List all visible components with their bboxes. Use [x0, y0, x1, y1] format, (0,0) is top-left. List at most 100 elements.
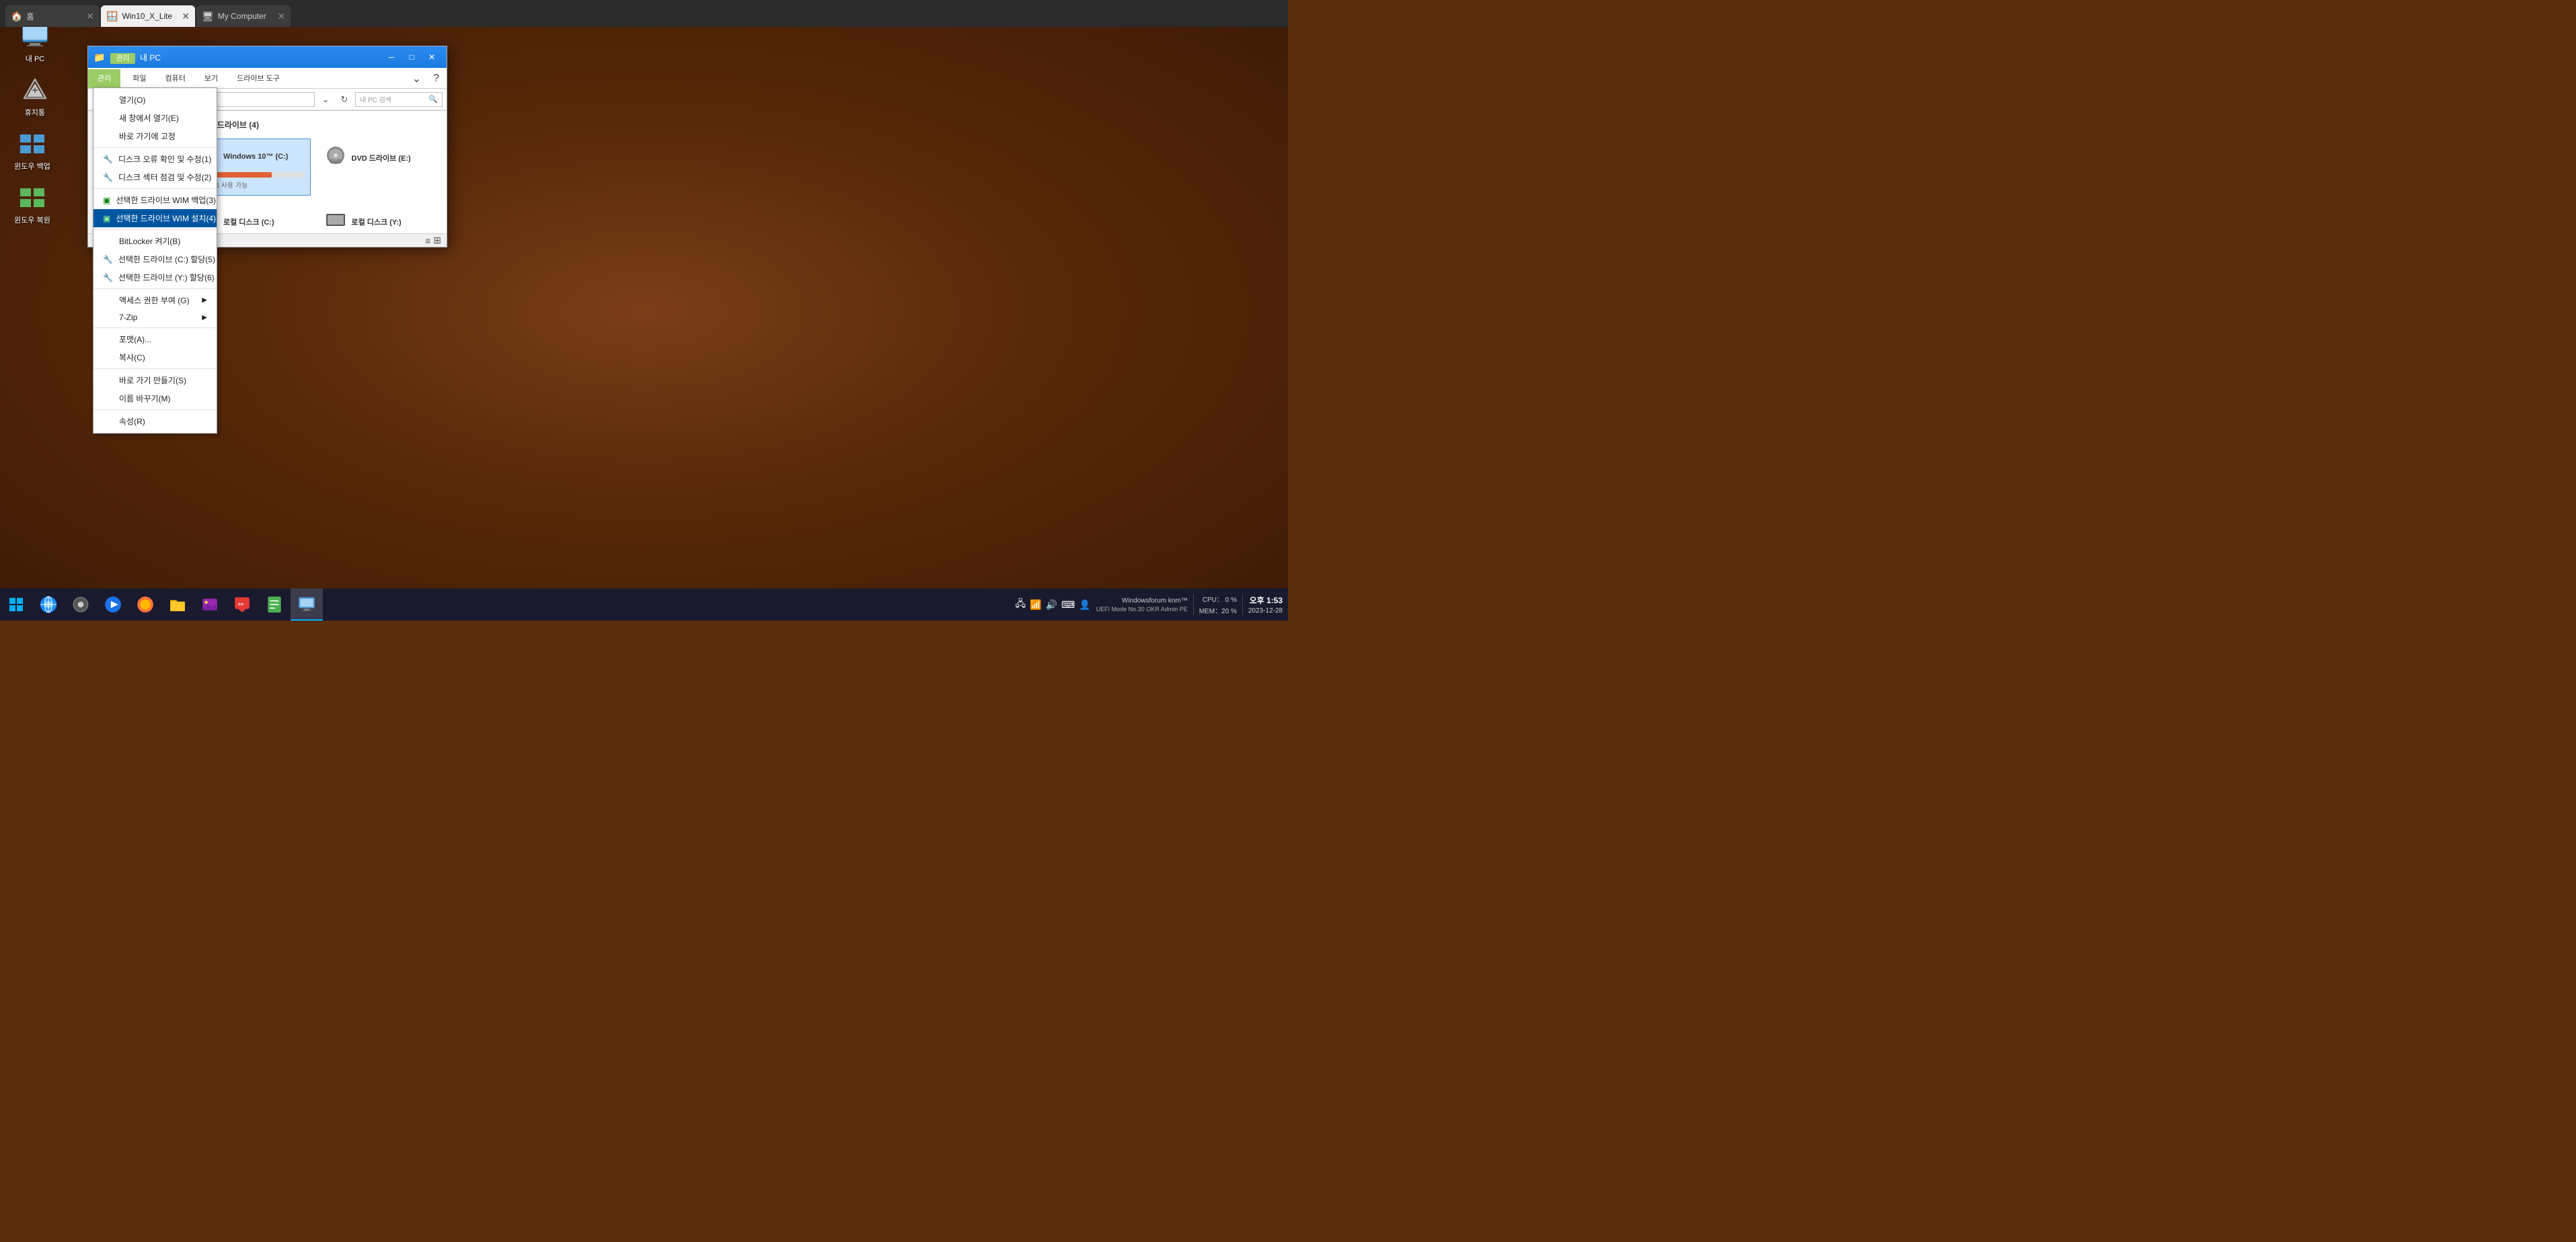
ctx-wim-restore[interactable]: ▣ 선택한 드라이브 WIM 설치(4): [93, 209, 217, 227]
ribbon-tab-management[interactable]: 관리: [88, 69, 120, 88]
ctx-wim-restore-icon: ▣: [103, 214, 110, 223]
close-button[interactable]: ✕: [422, 50, 441, 65]
tab-mycomputer[interactable]: 🖥 My Computer ✕: [196, 5, 291, 27]
tray-time: 오후 1:53: [1250, 594, 1283, 606]
ctx-assign-c[interactable]: 🔧 선택한 드라이브 (C:) 할당(5): [93, 250, 217, 268]
tray-clock[interactable]: 오후 1:53 2023-12-28: [1242, 594, 1283, 615]
ctx-properties[interactable]: 속성(R): [93, 412, 217, 430]
list-view-button[interactable]: ≡: [425, 235, 430, 246]
tray-volume-icon[interactable]: 🔊: [1046, 599, 1057, 611]
ribbon-tabs: 관리 파일 컴퓨터 보기 드라이브 도구 ⌄ ?: [88, 68, 447, 89]
recycle-label: 휴지통: [25, 109, 45, 118]
search-icon: 🔍: [428, 95, 438, 104]
start-button[interactable]: [0, 588, 32, 621]
desktop-icon-recycle[interactable]: 휴지통: [8, 74, 62, 118]
ctx-disk-check[interactable]: 🔧 디스크 오류 확인 및 수정(1): [93, 150, 217, 168]
ctx-assign-y[interactable]: 🔧 선택한 드라이브 (Y:) 할당(6): [93, 268, 217, 286]
ctx-assign-y-icon: 🔧: [103, 273, 113, 282]
ctx-wim-backup[interactable]: ▣ 선택한 드라이브 WIM 백업(3): [93, 191, 217, 209]
tab-mycomputer-close[interactable]: ✕: [277, 11, 285, 22]
tray-icons: 🖧 📶 🔊 ⌨ 👤: [1016, 596, 1091, 613]
drive-c2-name: 로컬 디스크 (C:): [223, 217, 274, 227]
tab-win10-close[interactable]: ✕: [182, 11, 190, 22]
search-box[interactable]: 내 PC 검색 🔍: [355, 92, 443, 107]
tray-network-icon[interactable]: 🖧: [1016, 596, 1026, 613]
grid-view-button[interactable]: ⊞: [433, 235, 441, 246]
ctx-assign-c-label: 선택한 드라이브 (C:) 할당(5): [118, 254, 215, 265]
ctx-format[interactable]: 포맷(A)...: [93, 330, 217, 348]
taskbar-app-remote[interactable]: >>: [226, 588, 258, 621]
ctx-disk-sector-label: 디스크 섹터 점검 및 수정(2): [118, 171, 211, 183]
address-dropdown[interactable]: ⌄: [317, 91, 334, 108]
section-title: 장치 및 드라이브 (4): [190, 119, 439, 130]
ribbon-tab-file[interactable]: 파일: [123, 69, 155, 88]
ctx-disk-sector-icon: 🔧: [103, 173, 113, 182]
tab-home[interactable]: 🏠 홈 ✕: [5, 5, 100, 27]
ctx-sep-4: [93, 288, 217, 289]
ribbon-help-btn[interactable]: ?: [428, 69, 444, 88]
ctx-sep-6: [93, 368, 217, 369]
drive-e-icon: DVD: [325, 145, 346, 171]
taskbar-app-media[interactable]: [97, 588, 129, 621]
tray-system-info: Windowsforum knm™ UEFI Mode No.30 OKR Ad…: [1096, 597, 1188, 613]
desktop-icon-winbackup[interactable]: 윈도우 백업: [5, 128, 59, 171]
tray-cpu-mem: CPU： 0 % MEM：20 %: [1193, 594, 1237, 615]
drive-item-y[interactable]: 로컬 디스크 (Y:) 15.8GB 중 4.20GB 사용 가능: [319, 204, 439, 233]
taskbar-app-notes[interactable]: [258, 588, 291, 621]
drive-y-header: 로컬 디스크 (Y:): [325, 210, 433, 233]
tray-date: 2023-12-28: [1248, 607, 1283, 615]
window-title: 관리 내 PC: [110, 52, 382, 63]
taskbar-app-firefox[interactable]: [129, 588, 161, 621]
ctx-pin[interactable]: 바로 가기에 고정: [93, 127, 217, 145]
ribbon-tab-view[interactable]: 보기: [195, 69, 227, 88]
ctx-open-new[interactable]: 새 창에서 열기(E): [93, 109, 217, 127]
desktop-icon-winrestore[interactable]: 윈도우 복원: [5, 182, 59, 225]
ctx-disk-sector[interactable]: 🔧 디스크 섹터 점검 및 수정(2): [93, 168, 217, 186]
ctx-open[interactable]: 열기(O): [93, 91, 217, 109]
ribbon-expand-btn[interactable]: ⌄: [408, 69, 426, 88]
explorer-content: 장치 및 드라이브 (4) Windows 10™ (C:: [182, 111, 447, 233]
taskbar-apps: >>: [32, 588, 323, 621]
winbackup-icon: [16, 128, 48, 160]
ctx-sep-2: [93, 188, 217, 189]
window-title-main: 내 PC: [140, 53, 161, 63]
ctx-open-new-label: 새 창에서 열기(E): [119, 112, 179, 124]
winrestore-icon: [16, 182, 48, 214]
ctx-7zip[interactable]: 7-Zip ▶: [93, 309, 217, 325]
taskbar-tray: 🖧 📶 🔊 ⌨ 👤 Windowsforum knm™ UEFI Mode No…: [1016, 588, 1289, 621]
tab-home-close[interactable]: ✕: [86, 11, 94, 22]
taskbar-app-mypc[interactable]: [291, 588, 323, 621]
ctx-open-label: 열기(O): [119, 94, 145, 106]
ctx-bitlocker[interactable]: BitLocker 켜기(B): [93, 232, 217, 250]
tray-cpu: CPU： 0 %: [1203, 594, 1237, 604]
ribbon-tab-drivetool[interactable]: 드라이브 도구: [227, 69, 289, 88]
ctx-7zip-arrow: ▶: [202, 314, 207, 321]
tab-home-label: 홈: [26, 11, 34, 22]
taskbar-app-image[interactable]: [194, 588, 226, 621]
ctx-pin-label: 바로 가기에 고정: [119, 130, 176, 142]
winrestore-label: 윈도우 복원: [14, 217, 50, 225]
tab-win10-icon: 🪟: [106, 11, 118, 22]
ctx-assign-y-label: 선택한 드라이브 (Y:) 할당(6): [118, 272, 215, 283]
ctx-rename[interactable]: 이름 바꾸기(M): [93, 389, 217, 407]
ctx-rename-label: 이름 바꾸기(M): [119, 393, 171, 404]
ctx-access[interactable]: 액세스 권한 부여 (G) ▶: [93, 291, 217, 309]
restore-button[interactable]: □: [402, 50, 421, 65]
minimize-button[interactable]: ─: [382, 50, 401, 65]
ctx-shortcut[interactable]: 바로 가기 만들기(S): [93, 371, 217, 389]
ribbon-tab-computer[interactable]: 컴퓨터: [156, 69, 195, 88]
tab-win10[interactable]: 🪟 Win10_X_Lite ✕: [101, 5, 195, 27]
tray-user-icon[interactable]: 👤: [1079, 599, 1090, 611]
ctx-bitlocker-label: BitLocker 켜기(B): [119, 235, 180, 247]
taskbar-app-files[interactable]: [161, 588, 194, 621]
tray-bluetooth-icon[interactable]: 📶: [1030, 599, 1041, 611]
tray-keyboard-icon[interactable]: ⌨: [1061, 599, 1075, 611]
svg-text:>>: >>: [238, 601, 244, 607]
drive-item-e[interactable]: DVD DVD 드라이브 (E:): [319, 139, 439, 196]
management-badge: 관리: [110, 53, 135, 64]
taskbar-app-browser[interactable]: [32, 588, 65, 621]
ctx-copy[interactable]: 복사(C): [93, 348, 217, 366]
taskbar-app-settings[interactable]: [65, 588, 97, 621]
drive-e-name: DVD 드라이브 (E:): [352, 153, 411, 163]
refresh-button[interactable]: ↻: [336, 91, 352, 108]
